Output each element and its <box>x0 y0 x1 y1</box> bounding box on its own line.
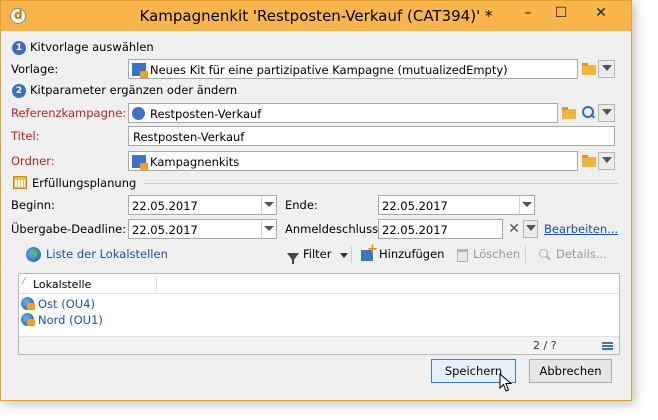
toolbar: Liste der Lokalstellen Filter Hinzufügen… <box>18 242 618 267</box>
cancel-button[interactable]: Abbrechen <box>529 359 612 383</box>
local-units-grid: ⁄ Lokalstelle Ost (OU4) Nord (OU1) 2 / ? <box>18 273 620 355</box>
maximize-button[interactable]: ☐ <box>546 3 576 23</box>
toolbar-separator <box>525 246 526 263</box>
table-row[interactable]: Ost (OU4) <box>21 296 617 312</box>
deadline-value: 22.05.2017 <box>132 223 198 237</box>
add-button[interactable]: Hinzufügen <box>379 247 444 261</box>
ordner-dropdown-button[interactable] <box>598 152 615 170</box>
mouse-cursor-icon <box>499 373 513 392</box>
ende-date-field[interactable]: 22.05.2017 <box>378 195 535 215</box>
step-1-badge: 1 <box>12 41 26 55</box>
chevron-down-icon <box>522 202 532 207</box>
anmelde-dropdown-button[interactable] <box>523 220 538 238</box>
referenz-dropdown-button[interactable] <box>598 104 615 122</box>
referenz-field[interactable]: Restposten-Verkauf <box>128 103 558 123</box>
vorlage-dropdown-button[interactable] <box>598 60 615 78</box>
deadline-dropdown[interactable] <box>261 220 276 238</box>
local-units-list-label[interactable]: Liste der Lokalstellen <box>46 247 168 261</box>
vorlage-label: Vorlage: <box>11 62 59 76</box>
vorlage-folder-icon[interactable] <box>581 62 597 76</box>
title-bar[interactable]: Kampagnenkit 'Restposten-Verkauf (CAT394… <box>1 1 631 31</box>
ordner-field[interactable]: Kampagnenkits <box>128 151 578 171</box>
referenz-search-icon[interactable] <box>580 105 596 121</box>
ordner-label: Ordner: <box>11 154 55 168</box>
planning-title: Erfüllungsplanung <box>32 176 137 190</box>
pager: 2 / ? <box>533 339 557 352</box>
minimize-button[interactable]: – <box>513 3 543 23</box>
details-search-icon <box>539 249 551 261</box>
vorlage-field[interactable]: Neues Kit für eine partizipative Kampagn… <box>128 59 578 79</box>
sort-indicator: ⁄ <box>23 277 25 287</box>
ende-label: Ende: <box>285 198 318 212</box>
filter-icon[interactable] <box>287 253 299 264</box>
save-button-label: Speichern <box>444 364 503 378</box>
ende-value: 22.05.2017 <box>382 199 448 213</box>
referenz-folder-icon[interactable] <box>561 106 577 120</box>
dialog-body: 1 Kitvorlage auswählen Vorlage: Neues Ki… <box>8 31 624 395</box>
referenz-label: Referenzkampagne: <box>11 106 127 120</box>
cancel-button-label: Abbrechen <box>539 364 602 378</box>
grid-footer: 2 / ? <box>19 336 619 354</box>
list-menu-icon[interactable] <box>602 342 613 350</box>
globe-icon <box>26 247 41 262</box>
chevron-down-icon <box>602 109 612 115</box>
titel-input[interactable]: Restposten-Verkauf <box>128 126 615 146</box>
clear-icon[interactable]: ✕ <box>507 222 521 236</box>
ordner-folder-icon[interactable] <box>581 154 597 168</box>
campaign-icon <box>132 107 145 120</box>
referenz-value: Restposten-Verkauf <box>150 107 262 121</box>
step-2-badge: 2 <box>12 84 26 98</box>
planning-separator <box>144 183 618 184</box>
dialog-window: Kampagnenkit 'Restposten-Verkauf (CAT394… <box>0 0 632 401</box>
deadline-label: Übergabe-Deadline: <box>11 222 127 236</box>
chevron-down-icon[interactable] <box>340 253 348 258</box>
edit-link[interactable]: Bearbeiten... <box>544 222 618 236</box>
chevron-down-icon <box>602 65 612 71</box>
local-unit-icon <box>21 297 35 310</box>
add-icon[interactable] <box>360 242 378 262</box>
titel-value: Restposten-Verkauf <box>133 130 245 144</box>
local-unit-icon <box>21 313 35 326</box>
delete-button[interactable]: Löschen <box>473 247 520 261</box>
trash-icon <box>457 249 468 262</box>
chevron-down-icon <box>526 225 536 231</box>
beginn-date-field[interactable]: 22.05.2017 <box>128 195 277 215</box>
chevron-down-icon <box>264 202 274 207</box>
anmelde-label: Anmeldeschluss: <box>285 222 382 236</box>
close-button[interactable]: ✕ <box>579 3 623 23</box>
beginn-dropdown[interactable] <box>261 196 276 214</box>
row-label[interactable]: Nord (OU1) <box>38 313 103 327</box>
anmelde-value: 22.05.2017 <box>382 223 448 237</box>
ordner-value: Kampagnenkits <box>150 155 240 169</box>
toolbar-separator <box>351 246 352 263</box>
column-separator <box>156 276 157 292</box>
table-row[interactable]: Nord (OU1) <box>21 312 617 328</box>
section-1-title: Kitvorlage auswählen <box>30 40 154 54</box>
chevron-down-icon <box>264 226 274 231</box>
anmelde-date-field[interactable]: 22.05.2017 <box>378 219 503 239</box>
ende-dropdown[interactable] <box>519 196 534 214</box>
section-2-title: Kitparameter ergänzen oder ändern <box>30 83 238 97</box>
grid-header: ⁄ Lokalstelle <box>19 274 619 294</box>
chevron-down-icon <box>602 157 612 163</box>
template-doc-icon <box>132 63 148 78</box>
row-label[interactable]: Ost (OU4) <box>38 297 95 311</box>
column-header-lokalstelle[interactable]: Lokalstelle <box>33 278 91 291</box>
beginn-label: Beginn: <box>11 198 55 212</box>
calendar-icon <box>13 176 27 189</box>
details-button[interactable]: Details... <box>556 247 607 261</box>
titel-label: Titel: <box>11 129 40 143</box>
vorlage-value: Neues Kit für eine partizipative Kampagn… <box>150 63 508 77</box>
folder-type-icon <box>132 155 148 170</box>
beginn-value: 22.05.2017 <box>132 199 198 213</box>
filter-button[interactable]: Filter <box>303 247 331 261</box>
deadline-date-field[interactable]: 22.05.2017 <box>128 219 277 239</box>
